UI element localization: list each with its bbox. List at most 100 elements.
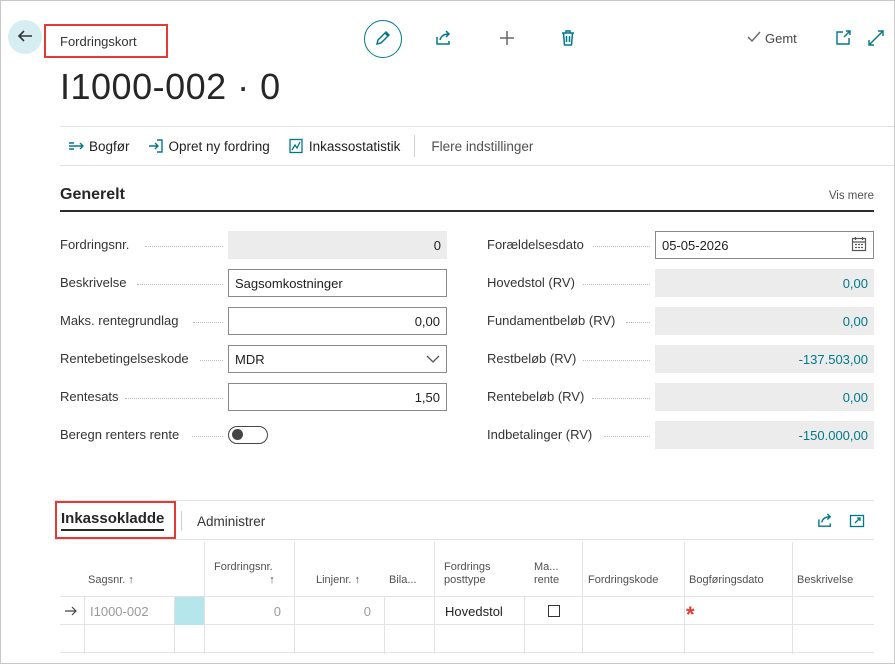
principal-value: 0,00 — [842, 275, 868, 291]
column-header-max-interest[interactable]: Ma... rente — [534, 542, 574, 596]
collection-journal-header: Inkassokladde Administrer — [55, 500, 874, 540]
field-label-interest-rate: Rentesats — [60, 389, 119, 404]
share-icon — [435, 29, 453, 50]
column-header-text: Bila... — [389, 574, 417, 587]
posting-type-value: Hovedstol — [445, 603, 503, 619]
line-no-cell[interactable]: 0 — [295, 597, 371, 625]
claim-no-field: 0 — [228, 231, 447, 259]
statistics-action[interactable]: Inkassostatistik — [288, 138, 400, 154]
new-button[interactable] — [496, 28, 518, 50]
expand-button[interactable] — [865, 28, 887, 50]
column-header-case-no[interactable]: Sagsnr. ↑ — [88, 542, 172, 596]
edit-button[interactable] — [364, 20, 402, 58]
field-dots — [626, 322, 650, 323]
interest-terms-code-value: MDR — [235, 351, 265, 367]
field-label-interest-amount: Rentebeløb (RV) — [487, 389, 585, 404]
limitation-date-input[interactable]: 05-05-2026 — [655, 231, 874, 259]
posting-date-cell[interactable]: * — [686, 597, 786, 627]
field-label-payments: Indbetalinger (RV) — [487, 427, 593, 442]
create-new-claim-action[interactable]: Opret ny fordring — [148, 138, 270, 154]
open-in-new-window-button[interactable] — [832, 28, 854, 50]
line-no-value: 0 — [363, 603, 371, 619]
column-header-text: Fordrings — [444, 560, 491, 573]
arrow-left-icon — [16, 27, 34, 48]
calendar-icon[interactable] — [851, 236, 867, 255]
collection-journal-title-box[interactable]: Inkassokladde — [55, 501, 176, 539]
checkmark-icon — [746, 30, 762, 47]
column-header-text: Beskrivelse — [797, 574, 854, 587]
field-dots — [593, 246, 650, 247]
column-header-claim-no[interactable]: Fordringsnr. ↑ — [214, 542, 280, 596]
more-options-label: Flere indstillinger — [431, 138, 534, 154]
remaining-amount-field[interactable]: -137.503,00 — [655, 345, 874, 373]
part-share-button[interactable] — [816, 513, 834, 531]
sign-in-arrow-icon — [148, 138, 164, 154]
field-dots — [193, 322, 223, 323]
more-options-action[interactable]: Flere indstillinger — [431, 139, 533, 154]
manage-menu[interactable]: Administrer — [197, 514, 265, 529]
back-button[interactable] — [8, 20, 42, 54]
share-button[interactable] — [433, 28, 455, 50]
part-open-window-button[interactable] — [848, 513, 866, 531]
field-label-limitation-date: Forældelsesdato — [487, 237, 584, 252]
description-input[interactable]: Sagsomkostninger — [228, 269, 447, 297]
field-label-claim-no: Fordringsnr. — [60, 237, 130, 252]
field-dots — [137, 284, 223, 285]
show-more-link[interactable]: Vis mere — [829, 190, 874, 202]
share-icon — [817, 512, 834, 532]
interest-amount-value: 0,00 — [842, 389, 868, 405]
interest-amount-field[interactable]: 0,00 — [655, 383, 874, 411]
field-dots — [200, 360, 223, 361]
field-label-compound-interest: Beregn renters rente — [60, 427, 180, 442]
payments-field[interactable]: -150.000,00 — [655, 421, 874, 449]
grid-line — [434, 542, 435, 654]
field-label-max-interest-base: Maks. rentegrundlag — [60, 313, 179, 328]
column-header-posting-date[interactable]: Bogføringsdato — [689, 542, 785, 596]
claim-no-cell-value: 0 — [273, 603, 281, 619]
column-header-attachments[interactable]: Bila... — [389, 542, 419, 596]
delete-button[interactable] — [557, 28, 579, 50]
plus-icon — [498, 29, 516, 50]
field-dots — [192, 436, 223, 437]
fundament-amount-value: 0,00 — [842, 313, 868, 329]
field-label-remaining-amount: Restbeløb (RV) — [487, 351, 577, 366]
column-header-description[interactable]: Beskrivelse — [797, 542, 873, 596]
column-header-text: ↑ — [269, 574, 275, 587]
column-header-text: Ma... — [534, 560, 559, 573]
interest-rate-input[interactable]: 1,50 — [228, 383, 447, 411]
saved-label: Gemt — [765, 31, 797, 46]
attachments-cell[interactable] — [385, 597, 434, 625]
expand-icon — [867, 29, 885, 50]
claim-no-cell[interactable]: 0 — [205, 597, 281, 625]
create-new-claim-label: Opret ny fordring — [168, 138, 270, 154]
trash-icon — [559, 29, 577, 50]
required-marker: * — [686, 602, 695, 627]
column-header-text: posttype — [444, 574, 486, 587]
grid-line — [524, 596, 525, 654]
field-label-description: Beskrivelse — [60, 275, 127, 290]
pencil-icon — [374, 29, 392, 50]
principal-field[interactable]: 0,00 — [655, 269, 874, 297]
fundament-amount-field[interactable]: 0,00 — [655, 307, 874, 335]
grid-line — [684, 542, 685, 654]
case-no-value: I1000-002 — [90, 603, 149, 619]
selected-cell[interactable] — [175, 597, 204, 625]
post-action[interactable]: Bogfør — [68, 138, 130, 154]
compound-interest-toggle[interactable] — [228, 426, 268, 444]
max-interest-base-input[interactable]: 0,00 — [228, 307, 447, 335]
column-header-text: rente — [534, 574, 560, 587]
column-header-text: Bogføringsdato — [689, 574, 764, 587]
column-header-line-no[interactable]: Linjenr. ↑ — [316, 542, 376, 596]
max-interest-checkbox[interactable] — [548, 597, 568, 625]
column-header-claim-code[interactable]: Fordringskode — [588, 542, 678, 596]
row-selector-arrow-icon[interactable] — [64, 597, 82, 625]
case-no-cell[interactable]: I1000-002 — [90, 597, 174, 625]
saved-status: Gemt — [746, 30, 797, 47]
chevron-down-icon — [426, 352, 440, 367]
field-dots — [145, 246, 223, 247]
claim-code-cell[interactable] — [583, 597, 683, 625]
posting-type-cell[interactable]: Hovedstol — [445, 597, 523, 625]
interest-terms-code-select[interactable]: MDR — [228, 345, 447, 373]
description-cell[interactable] — [793, 597, 873, 625]
column-header-posting-type[interactable]: Fordrings posttype — [444, 542, 514, 596]
